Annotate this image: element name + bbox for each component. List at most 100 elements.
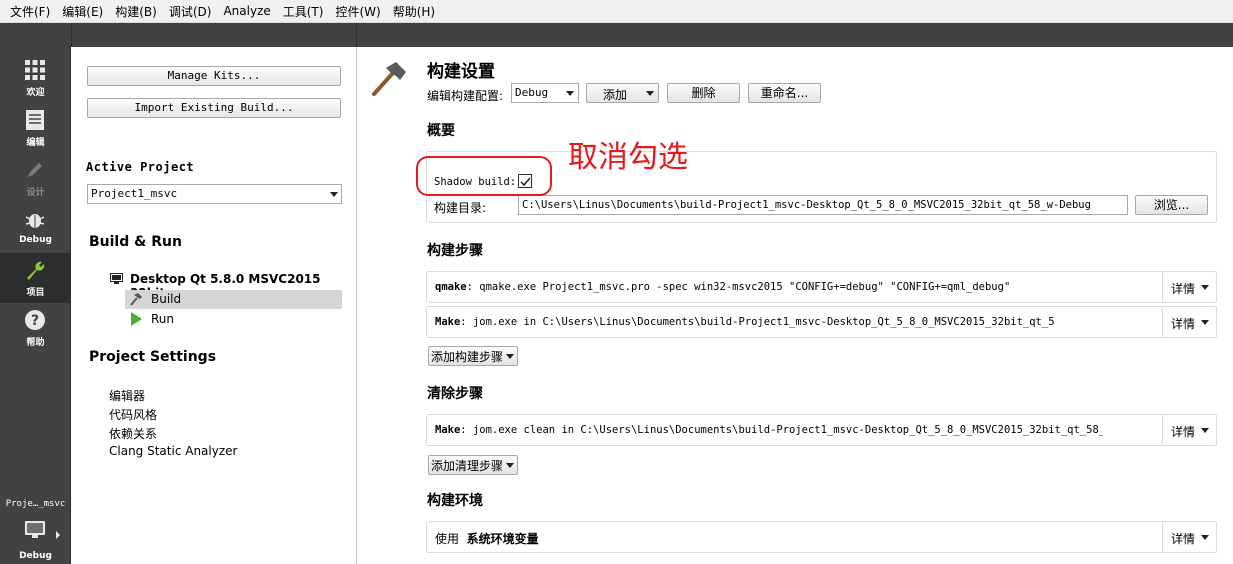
env-use-label: 使用 — [435, 532, 460, 546]
step-name: Make — [435, 316, 461, 328]
project-settings-title: Project Settings — [89, 349, 217, 365]
mode-label: 编辑 — [26, 138, 45, 148]
add-build-step-button[interactable]: 添加构建步骤 — [428, 346, 518, 366]
active-project-select[interactable]: Project1_msvc — [87, 184, 342, 204]
details-button[interactable]: 详情 — [1162, 522, 1216, 552]
add-config-button[interactable]: 添加 — [586, 83, 659, 103]
mode-label: 欢迎 — [26, 88, 45, 98]
make-step-panel: Make: jom.exe in C:\Users\Linus\Document… — [426, 306, 1217, 338]
details-label: 详情 — [1171, 317, 1196, 331]
build-run-title: Build & Run — [89, 234, 182, 250]
manage-kits-button[interactable]: Manage Kits... — [87, 66, 341, 86]
chevron-down-icon — [1201, 535, 1209, 540]
browse-button[interactable]: 浏览... — [1135, 195, 1208, 215]
menu-debug[interactable]: 调试(D) — [163, 3, 218, 20]
wrench-icon — [27, 261, 45, 280]
details-button[interactable]: 详情 — [1162, 272, 1216, 302]
mode-design[interactable]: 设计 — [0, 153, 71, 203]
build-config-select[interactable]: Debug — [511, 83, 579, 103]
settings-item-code-style[interactable]: 代码风格 — [109, 406, 157, 423]
chevron-down-icon — [566, 91, 574, 96]
delete-config-button[interactable]: 删除 — [667, 83, 740, 103]
active-project-value: Project1_msvc — [91, 187, 178, 200]
target-selector[interactable]: Debug — [0, 515, 71, 564]
chevron-down-icon — [646, 91, 654, 96]
build-dir-label: 构建目录: — [434, 201, 487, 215]
build-env-panel: 使用 系统环境变量 详情 — [426, 521, 1217, 553]
mode-help[interactable]: ? 帮助 — [0, 303, 71, 353]
chevron-down-icon — [506, 463, 514, 468]
chevron-down-icon — [506, 354, 514, 359]
monitor-icon — [25, 521, 45, 538]
details-label: 详情 — [1171, 282, 1196, 296]
qmake-step-summary: qmake: qmake.exe Project1_msvc.pro -spec… — [435, 281, 1010, 293]
menu-help[interactable]: 帮助(H) — [387, 3, 441, 20]
menu-analyze[interactable]: Analyze — [217, 4, 276, 18]
mode-edit[interactable]: 编辑 — [0, 103, 71, 153]
menu-file[interactable]: 文件(F) — [4, 3, 56, 20]
menu-widgets[interactable]: 控件(W) — [329, 3, 386, 20]
step-command: : qmake.exe Project1_msvc.pro -spec win3… — [466, 281, 1011, 293]
mode-label: 帮助 — [26, 338, 45, 348]
divider — [71, 23, 72, 47]
step-command: : jom.exe in C:\Users\Linus\Documents\bu… — [460, 316, 1055, 328]
mode-debug[interactable]: Debug — [0, 203, 71, 253]
splitter[interactable] — [356, 47, 357, 564]
annotation-circle — [416, 156, 552, 196]
overview-title: 概要 — [427, 123, 455, 139]
tree-item-run[interactable]: Run — [125, 310, 342, 329]
qmake-step-panel: qmake: qmake.exe Project1_msvc.pro -spec… — [426, 271, 1217, 303]
details-button[interactable]: 详情 — [1162, 307, 1216, 337]
chevron-down-icon — [1201, 428, 1209, 433]
rename-config-button[interactable]: 重命名... — [748, 83, 821, 103]
env-value: 系统环境变量 — [466, 532, 539, 546]
add-config-label: 添加 — [603, 88, 628, 102]
details-label: 详情 — [1171, 425, 1196, 439]
add-clean-step-label: 添加清理步骤 — [431, 459, 504, 473]
details-button[interactable]: 详情 — [1162, 415, 1216, 445]
grid-icon — [25, 60, 45, 80]
mode-welcome[interactable]: 欢迎 — [0, 53, 71, 103]
build-config-value: Debug — [515, 86, 549, 99]
step-name: Make — [435, 424, 461, 436]
page-title: 构建设置 — [427, 62, 495, 82]
document-icon — [26, 110, 44, 130]
play-icon — [131, 312, 142, 326]
tree-item-label: Run — [151, 312, 175, 326]
build-steps-title: 构建步骤 — [427, 243, 483, 259]
project-sidebar: Manage Kits... Import Existing Build... … — [72, 47, 356, 564]
divider — [356, 23, 357, 47]
step-name: qmake — [435, 281, 467, 293]
mode-projects[interactable]: 项目 — [0, 253, 71, 303]
build-env-title: 构建环境 — [427, 493, 483, 509]
tree-item-label: Build — [151, 292, 182, 306]
clean-step-panel: Make: jom.exe clean in C:\Users\Linus\Do… — [426, 414, 1217, 446]
mode-label: 项目 — [26, 288, 45, 298]
settings-item-editor[interactable]: 编辑器 — [109, 387, 145, 404]
annotation-text: 取消勾选 — [568, 140, 688, 175]
chevron-down-icon — [1201, 320, 1209, 325]
toolbar-strip — [0, 23, 1233, 47]
details-label: 详情 — [1171, 532, 1196, 546]
build-env-summary: 使用 系统环境变量 — [435, 530, 539, 547]
import-build-button[interactable]: Import Existing Build... — [87, 98, 341, 118]
hammer-icon — [130, 293, 142, 306]
svg-text:?: ? — [31, 313, 39, 329]
build-dir-input[interactable]: C:\Users\Linus\Documents\build-Project1_… — [518, 195, 1128, 215]
chevron-right-icon — [56, 531, 60, 539]
target-project-label: Proje…_msvc — [5, 499, 66, 509]
chevron-down-icon — [1201, 285, 1209, 290]
menu-edit[interactable]: 编辑(E) — [56, 3, 109, 20]
menu-tools[interactable]: 工具(T) — [277, 3, 330, 20]
settings-item-dependencies[interactable]: 依赖关系 — [109, 425, 157, 442]
help-icon: ? — [25, 310, 45, 330]
desktop-icon — [110, 273, 123, 284]
add-clean-step-button[interactable]: 添加清理步骤 — [428, 455, 518, 475]
menu-build[interactable]: 构建(B) — [109, 3, 163, 20]
active-project-label: Active Project — [86, 160, 195, 174]
settings-item-clang-analyzer[interactable]: Clang Static Analyzer — [109, 444, 237, 458]
mode-label: Debug — [19, 551, 52, 561]
tree-item-build[interactable]: Build — [125, 290, 342, 309]
edit-config-label: 编辑构建配置: — [427, 89, 504, 103]
chevron-down-icon — [330, 192, 338, 197]
